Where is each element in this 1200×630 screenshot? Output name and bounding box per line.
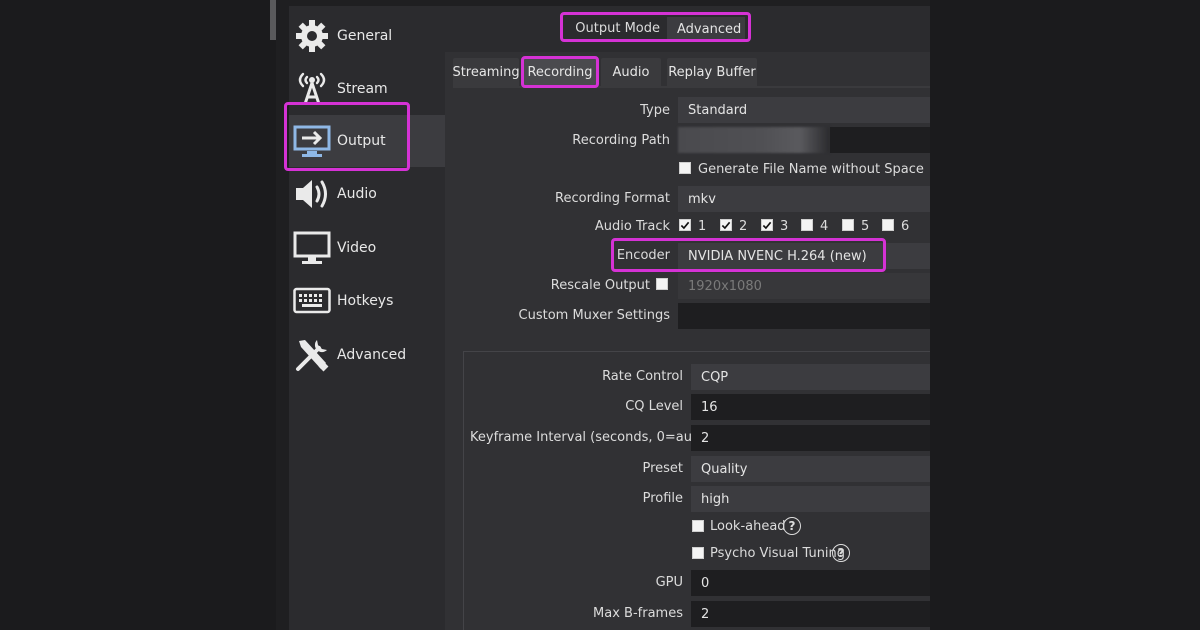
rate-control-label: Rate Control: [602, 369, 683, 384]
type-label: Type: [640, 103, 670, 118]
sidebar-item-audio[interactable]: Audio: [289, 168, 445, 220]
generate-filename-label: Generate File Name without Space: [698, 162, 924, 177]
look-ahead-checkbox[interactable]: [692, 520, 704, 532]
recording-format-select[interactable]: mkv: [678, 186, 930, 212]
checkmark-icon: [680, 221, 690, 229]
audio-track-4-label: 4: [820, 219, 829, 234]
recording-path-field-end: [830, 127, 930, 153]
keyframe-interval-spinbox[interactable]: 2: [691, 425, 930, 451]
monitor-icon: [292, 228, 332, 268]
speaker-icon: [292, 174, 332, 214]
audio-track-3-label: 3: [780, 219, 789, 234]
preset-label: Preset: [642, 461, 683, 476]
sidebar-item-label: Stream: [337, 81, 388, 97]
rescale-output-label: Rescale Output: [550, 278, 650, 293]
look-ahead-help-icon[interactable]: ?: [783, 517, 801, 535]
cq-level-spinbox[interactable]: 16: [691, 394, 930, 420]
audio-track-6-label: 6: [901, 219, 910, 234]
cq-level-label: CQ Level: [625, 399, 683, 414]
recording-format-label: Recording Format: [555, 191, 670, 206]
psycho-visual-label: Psycho Visual Tuning: [710, 546, 846, 561]
settings-sidebar: General Stream Output Audio Video Hotkey…: [289, 6, 445, 630]
audio-track-5-label: 5: [861, 219, 870, 234]
sidebar-item-hotkeys[interactable]: Hotkeys: [289, 275, 445, 327]
tools-icon: [292, 335, 332, 375]
sidebar-item-label: Audio: [337, 186, 377, 202]
audio-track-4-checkbox[interactable]: [801, 219, 813, 231]
type-select[interactable]: Standard: [678, 97, 930, 123]
sidebar-item-label: General: [337, 28, 393, 44]
keyboard-icon: [292, 281, 332, 321]
sidebar-item-general[interactable]: General: [289, 10, 445, 62]
audio-track-3-checkbox[interactable]: [761, 219, 773, 231]
checkmark-icon: [721, 221, 731, 229]
psycho-visual-checkbox[interactable]: [692, 547, 704, 559]
sidebar-item-stream[interactable]: Stream: [289, 63, 445, 115]
recording-path-input[interactable]: [678, 127, 830, 153]
gpu-spinbox[interactable]: 0: [691, 570, 930, 596]
checkmark-icon: [762, 221, 772, 229]
audio-track-label: Audio Track: [594, 219, 670, 234]
sidebar-item-label: Output: [337, 133, 386, 149]
preset-select[interactable]: Quality: [691, 456, 930, 482]
output-tabs: Streaming Recording Audio Replay Buffer: [452, 58, 930, 88]
sidebar-item-advanced[interactable]: Advanced: [289, 329, 445, 381]
audio-track-6-checkbox[interactable]: [882, 219, 894, 231]
custom-muxer-label: Custom Muxer Settings: [518, 308, 670, 323]
audio-track-5-checkbox[interactable]: [842, 219, 854, 231]
tab-replay-buffer[interactable]: Replay Buffer: [667, 58, 757, 86]
encoder-select[interactable]: NVIDIA NVENC H.264 (new): [678, 243, 930, 269]
tab-recording[interactable]: Recording: [524, 58, 596, 86]
generate-filename-checkbox[interactable]: [679, 162, 691, 174]
tab-streaming[interactable]: Streaming: [452, 58, 520, 86]
gear-icon: [292, 16, 332, 56]
output-mode-select[interactable]: Advanced: [667, 17, 745, 41]
sidebar-item-output[interactable]: Output: [289, 115, 445, 167]
profile-label: Profile: [642, 491, 683, 506]
custom-muxer-input[interactable]: [678, 303, 930, 329]
sidebar-item-label: Advanced: [337, 347, 407, 363]
look-ahead-label: Look-ahead: [710, 519, 786, 534]
recording-path-label: Recording Path: [572, 133, 670, 148]
audio-track-1-checkbox[interactable]: [679, 219, 691, 231]
encoder-label: Encoder: [616, 248, 670, 263]
rescale-resolution-select[interactable]: 1920x1080: [678, 273, 930, 299]
gpu-label: GPU: [655, 575, 683, 590]
output-mode-label: Output Mode: [575, 21, 660, 36]
audio-track-1-label: 1: [698, 219, 707, 234]
max-b-frames-spinbox[interactable]: 2: [691, 601, 930, 627]
sidebar-item-label: Video: [337, 240, 377, 256]
output-monitor-icon: [292, 121, 332, 161]
audio-track-2-label: 2: [739, 219, 748, 234]
rate-control-select[interactable]: CQP: [691, 364, 930, 390]
sidebar-item-label: Hotkeys: [337, 293, 394, 309]
audio-track-2-checkbox[interactable]: [720, 219, 732, 231]
rescale-output-checkbox[interactable]: [656, 278, 668, 290]
keyframe-interval-label: Keyframe Interval (seconds, 0=auto): [470, 430, 711, 445]
profile-select[interactable]: high: [691, 486, 930, 512]
sidebar-item-video[interactable]: Video: [289, 222, 445, 274]
max-b-frames-label: Max B-frames: [593, 606, 683, 621]
desktop-background: [930, 0, 1200, 630]
tab-audio[interactable]: Audio: [601, 58, 661, 86]
psycho-visual-help-icon[interactable]: ?: [832, 544, 850, 562]
antenna-icon: [292, 69, 332, 109]
